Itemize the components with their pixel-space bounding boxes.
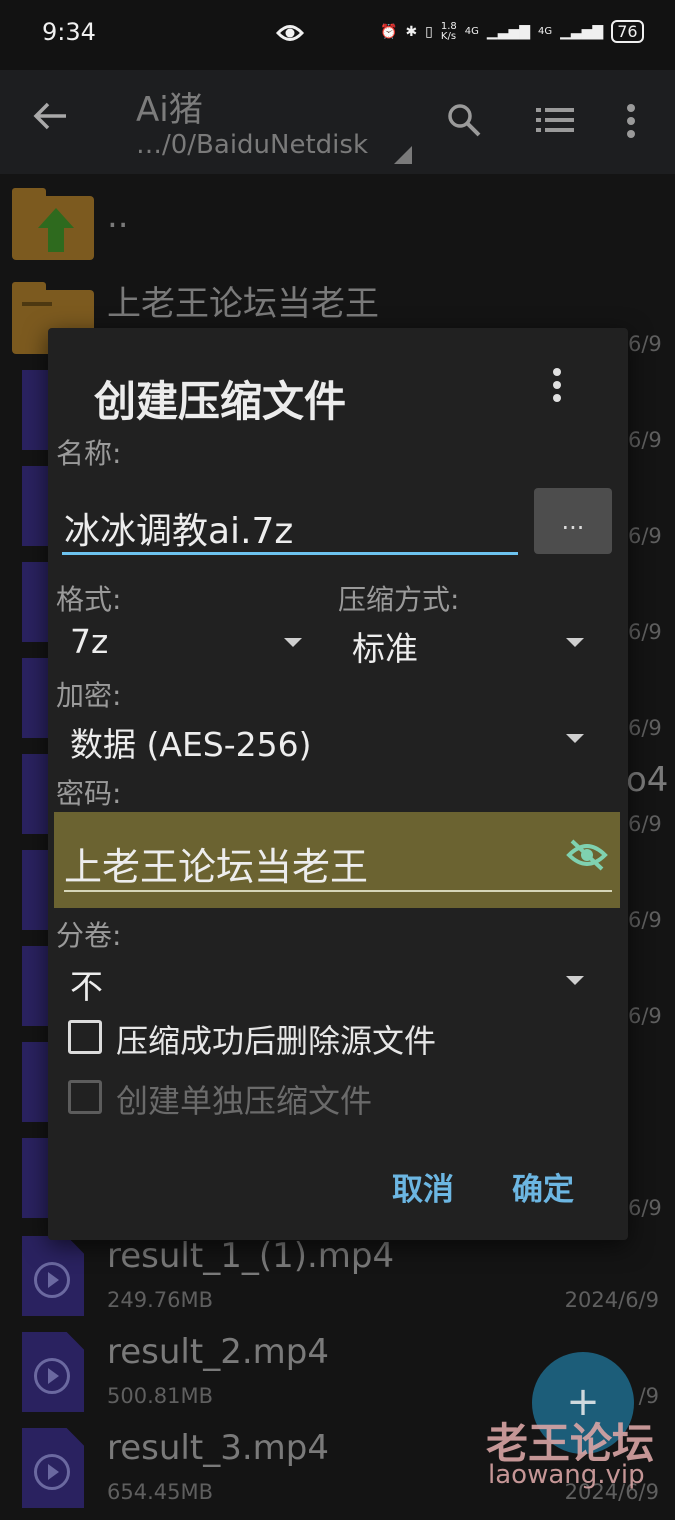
bluetooth-icon: ✱ <box>405 23 418 40</box>
create-archive-dialog: 创建压缩文件 名称: 冰冰调教ai.7z ... 格式: 7z 压缩方式: 标准… <box>48 328 628 1240</box>
delete-source-label: 压缩成功后删除源文件 <box>116 1022 437 1060</box>
visibility-off-icon[interactable] <box>566 838 608 876</box>
list-view-icon[interactable] <box>536 106 574 138</box>
video-file-icon <box>22 562 48 642</box>
network-type-1: 4G <box>464 25 479 37</box>
archive-name-input[interactable]: 冰冰调教ai.7z <box>62 492 518 555</box>
encrypt-label: 加密: <box>56 679 122 712</box>
vibrate-icon: ▯ <box>425 23 433 40</box>
video-file-icon <box>22 1042 48 1122</box>
path-dropdown-icon[interactable] <box>394 146 412 164</box>
chevron-down-icon <box>566 976 584 985</box>
encrypt-value: 数据 (AES-256) <box>70 725 312 764</box>
battery-icon: 76 <box>611 20 644 43</box>
checkbox-icon <box>68 1080 102 1114</box>
video-file-icon <box>22 1138 48 1218</box>
file-date: 6/9 <box>628 812 662 836</box>
password-label: 密码: <box>56 777 122 810</box>
checkbox-icon <box>68 1020 102 1054</box>
file-date: 2024/6/9 <box>564 1288 659 1312</box>
volume-value: 不 <box>70 967 103 1006</box>
file-name-partial: o4 <box>626 760 669 800</box>
file-date: 6/9 <box>628 1196 662 1220</box>
parent-dir-label: .. <box>107 196 129 236</box>
chevron-down-icon <box>566 734 584 743</box>
app-title: Ai猪 <box>136 90 203 130</box>
video-file-icon <box>22 1428 84 1508</box>
separate-archive-label: 创建单独压缩文件 <box>116 1082 373 1120</box>
net-speed: 1.8 K/s <box>440 20 457 42</box>
video-file-icon <box>22 1332 84 1412</box>
status-bar: 9:34 ⏰ ✱ ▯ 1.8 K/s 4G ▁▃▅▇ 4G ▁▃▅▇ 76 <box>0 0 675 70</box>
file-size: 500.81MB <box>107 1384 214 1408</box>
method-value: 标准 <box>352 629 418 668</box>
password-value: 上老王论坛当老王 <box>64 845 369 889</box>
video-file-icon <box>22 850 48 930</box>
app-bar: Ai猪 …/0/BaiduNetdisk <box>0 70 675 174</box>
password-input[interactable]: 上老王论坛当老王 <box>54 812 620 908</box>
net-speed-value: 1.8 <box>440 20 457 32</box>
folder-name: 上老王论坛当老王 <box>107 284 379 324</box>
more-vert-icon[interactable] <box>626 104 636 142</box>
video-file-icon <box>22 466 48 546</box>
file-date: 6/9 <box>628 524 662 548</box>
file-name: result_3.mp4 <box>107 1428 329 1468</box>
format-label: 格式: <box>56 583 122 616</box>
back-arrow-icon[interactable] <box>32 100 68 140</box>
search-icon[interactable] <box>446 102 482 142</box>
video-file-icon <box>22 946 48 1026</box>
file-name: result_1_(1).mp4 <box>107 1236 395 1276</box>
chevron-down-icon <box>284 638 302 647</box>
list-item[interactable]: result_1_(1).mp4 249.76MB 2024/6/9 <box>0 1232 675 1328</box>
folder-up-icon <box>12 188 94 260</box>
format-value: 7z <box>70 622 109 661</box>
file-date: /9 <box>638 1384 659 1408</box>
chevron-down-icon <box>566 638 584 647</box>
volume-label: 分卷: <box>56 919 122 952</box>
eye-icon <box>275 22 305 48</box>
network-type-2: 4G <box>538 25 553 37</box>
method-label: 压缩方式: <box>338 583 460 616</box>
video-file-icon <box>22 1236 84 1316</box>
file-date: 6/9 <box>628 1004 662 1028</box>
signal-icon: ▁▃▅▇ <box>486 23 530 40</box>
watermark-url: laowang.vip <box>488 1460 645 1490</box>
more-vert-icon[interactable] <box>552 368 562 406</box>
archive-name-value: 冰冰调教ai.7z <box>64 511 294 552</box>
alarm-icon: ⏰ <box>380 23 398 40</box>
video-file-icon <box>22 658 48 738</box>
video-file-icon <box>22 370 48 450</box>
confirm-button[interactable]: 确定 <box>512 1164 574 1209</box>
browse-button[interactable]: ... <box>534 488 612 554</box>
video-file-icon <box>22 754 48 834</box>
file-date: 6/9 <box>628 620 662 644</box>
status-icons: ⏰ ✱ ▯ 1.8 K/s 4G ▁▃▅▇ 4G ▁▃▅▇ 76 <box>380 20 644 43</box>
clock: 9:34 <box>42 18 96 46</box>
signal-icon-2: ▁▃▅▇ <box>560 23 604 40</box>
file-size: 654.45MB <box>107 1480 214 1504</box>
cancel-button[interactable]: 取消 <box>392 1164 454 1209</box>
list-item-parent[interactable]: .. <box>0 182 675 278</box>
current-path[interactable]: …/0/BaiduNetdisk <box>136 130 368 160</box>
name-label: 名称: <box>56 437 122 470</box>
file-date: 6/9 <box>628 908 662 932</box>
dialog-title: 创建压缩文件 <box>94 377 347 426</box>
file-size: 249.76MB <box>107 1288 214 1312</box>
file-date: 6/9 <box>628 332 662 356</box>
net-speed-unit: K/s <box>440 30 457 42</box>
file-date: 6/9 <box>628 716 662 740</box>
file-name: result_2.mp4 <box>107 1332 329 1372</box>
file-date: 6/9 <box>628 428 662 452</box>
